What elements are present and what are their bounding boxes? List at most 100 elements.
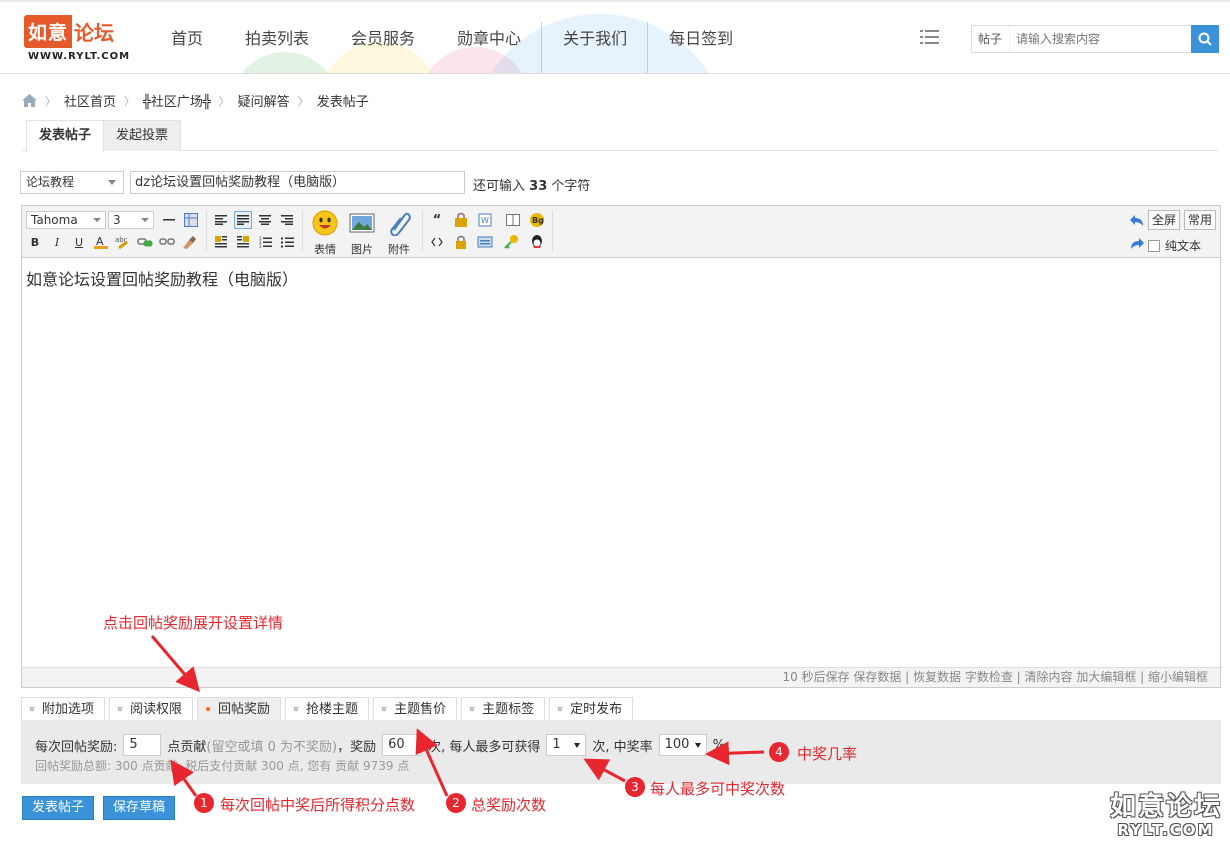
free-content-icon[interactable]	[452, 211, 470, 229]
key-icon[interactable]	[502, 233, 520, 251]
undo-icon[interactable]	[1128, 212, 1146, 230]
nav-member[interactable]: 会员服务	[330, 4, 436, 73]
max-times-value: 1	[552, 737, 561, 752]
submit-post-button[interactable]: 发表帖子	[22, 796, 95, 820]
reward-points-input[interactable]: 5	[123, 734, 162, 756]
tab-topic-tags[interactable]: 主题标签	[461, 697, 546, 720]
lock-icon[interactable]	[452, 233, 470, 251]
hr-icon[interactable]	[160, 211, 178, 229]
underline-icon[interactable]: U	[70, 233, 88, 251]
search-type[interactable]: 帖子	[972, 26, 1010, 52]
font-color-icon[interactable]: A	[92, 233, 110, 251]
max-times-select[interactable]: 1	[546, 734, 587, 756]
unlink-icon[interactable]	[158, 233, 176, 251]
unordered-list-icon[interactable]	[278, 233, 296, 251]
float-left-icon[interactable]	[212, 233, 230, 251]
redo-icon[interactable]	[1128, 235, 1146, 253]
breadcrumb-item[interactable]: ╬社区广场╬	[143, 91, 211, 110]
font-size-value: 3	[113, 213, 121, 227]
tab-label: 阅读权限	[130, 701, 183, 717]
editor-content[interactable]: 如意论坛设置回帖奖励教程（电脑版）	[26, 266, 298, 290]
align-left-icon[interactable]	[212, 211, 230, 229]
tab-label: 主题售价	[394, 701, 447, 717]
breadcrumb-item[interactable]: 社区首页	[64, 91, 116, 110]
align-right-icon[interactable]	[278, 211, 296, 229]
code-icon[interactable]	[428, 233, 446, 251]
plaintext-label: 纯文本	[1165, 239, 1202, 253]
fullscreen-button[interactable]: 全屏	[1148, 210, 1181, 230]
watermark: 如意论坛 RYLT.COM	[1110, 786, 1222, 839]
tab-topic-price[interactable]: 主题售价	[373, 697, 458, 720]
chevron-down-icon	[694, 743, 701, 748]
menu-list-icon[interactable]	[920, 28, 940, 46]
win-rate-select[interactable]: 100	[658, 734, 707, 756]
site-logo[interactable]: 如意 论坛 WWW.RYLT.COM	[24, 14, 142, 66]
breadcrumb-item[interactable]: 疑问解答	[238, 91, 290, 110]
tab-read-permission[interactable]: 阅读权限	[109, 697, 194, 720]
nav-auction[interactable]: 拍卖列表	[224, 4, 330, 73]
plaintext-toggle[interactable]: 纯文本	[1148, 237, 1201, 254]
percent-sign: %	[712, 737, 725, 753]
nav-medal[interactable]: 勋章中心	[436, 4, 543, 73]
tab-reply-reward[interactable]: 回帖奖励	[197, 697, 282, 720]
home-icon[interactable]	[22, 94, 37, 107]
reward-comma: ，奖励	[337, 739, 377, 755]
float-right-icon[interactable]	[234, 233, 252, 251]
tab-scheduled-publish[interactable]: 定时发布	[549, 697, 634, 720]
plaintext-checkbox[interactable]	[1148, 239, 1160, 252]
search-button[interactable]	[1191, 25, 1219, 53]
toolbar-divider	[302, 210, 303, 252]
qq-icon[interactable]	[528, 233, 546, 251]
columns-icon[interactable]	[504, 211, 522, 229]
attachment-button[interactable]: 附件	[382, 210, 416, 257]
reward-times-input[interactable]: 60	[382, 734, 423, 756]
table-icon[interactable]	[182, 211, 200, 229]
bold-icon[interactable]: B	[26, 233, 44, 251]
category-select[interactable]: 论坛教程	[20, 171, 124, 194]
bullet-icon	[118, 707, 123, 711]
breadcrumb-separator: 〉	[124, 94, 136, 108]
nav-checkin[interactable]: 每日签到	[648, 4, 754, 73]
bullet-icon	[206, 707, 211, 711]
nav-about[interactable]: 关于我们	[542, 4, 649, 73]
site-header: 如意 论坛 WWW.RYLT.COM 首页 拍卖列表 会员服务 勋章中心 关于我…	[0, 0, 1230, 74]
link-icon[interactable]	[136, 233, 154, 251]
breadcrumb-separator: 〉	[297, 94, 309, 108]
reply-reward-panel: 每次回帖奖励: 5 点贡献 (留空或填 0 为不奖励) ，奖励 60 次, 每人…	[21, 720, 1221, 784]
reward-times-text: 次, 每人最多可获得	[428, 739, 541, 755]
bullet-icon	[470, 707, 475, 711]
font-family-select[interactable]: Tahoma	[26, 211, 106, 229]
common-button[interactable]: 常用	[1184, 210, 1217, 230]
logo-text-a: 如意	[24, 14, 73, 48]
quote-icon[interactable]: “	[428, 211, 446, 229]
logo-text-b: 论坛	[74, 20, 115, 45]
align-justify-icon[interactable]	[234, 211, 252, 229]
tab-floor-topic[interactable]: 抢楼主题	[285, 697, 370, 720]
nav-home[interactable]: 首页	[150, 4, 224, 73]
emoji-button[interactable]: 表情	[308, 210, 342, 257]
tab-poll[interactable]: 发起投票	[103, 120, 182, 151]
password-icon[interactable]	[476, 233, 494, 251]
highlight-icon[interactable]: abc	[114, 233, 132, 251]
save-draft-button[interactable]: 保存草稿	[103, 796, 176, 820]
font-size-select[interactable]: 3	[108, 211, 154, 229]
editor-statusbar[interactable]: 10 秒后保存 保存数据 | 恢复数据 字数检查 | 清除内容 加大编辑框 | …	[22, 667, 1220, 687]
reward-hint: (留空或填 0 为不奖励)	[206, 739, 338, 755]
word-paste-icon[interactable]: W	[476, 211, 494, 229]
background-icon[interactable]: Bg	[528, 211, 546, 229]
option-tabs: 附加选项 阅读权限 回帖奖励 抢楼主题 主题售价 主题标签 定时发布	[21, 697, 634, 720]
tab-label: 回帖奖励	[218, 701, 271, 717]
chevron-down-icon	[141, 218, 149, 222]
clear-format-icon[interactable]	[180, 233, 198, 251]
annotation-number: 1	[194, 793, 214, 813]
annotation-number: 4	[769, 742, 789, 762]
italic-icon[interactable]: I	[48, 233, 66, 251]
image-button[interactable]: 图片	[345, 210, 379, 257]
search-input[interactable]	[1010, 26, 1190, 52]
ordered-list-icon[interactable]: 123	[256, 233, 274, 251]
tab-extra-options[interactable]: 附加选项	[21, 697, 106, 720]
toolbar-divider	[206, 210, 207, 252]
subject-input[interactable]: dz论坛设置回帖奖励教程（电脑版）	[130, 171, 465, 194]
tab-post[interactable]: 发表帖子	[26, 120, 105, 152]
align-center-icon[interactable]	[256, 211, 274, 229]
